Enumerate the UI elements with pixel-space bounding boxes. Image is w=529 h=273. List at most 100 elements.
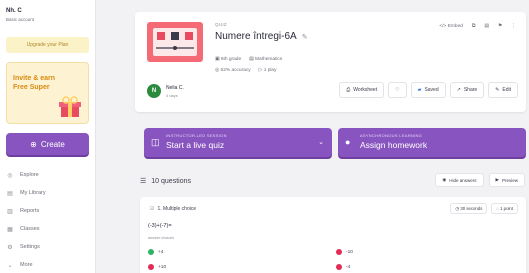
like-button[interactable]: ♡ <box>388 82 407 98</box>
plus-circle-icon: ⊕ <box>30 139 37 149</box>
more-icon: ⌄ <box>7 262 13 269</box>
quiz-meta-row-1: ▣ 6th grade ▤ Mathematics <box>215 57 282 62</box>
print-icon[interactable]: ▤ <box>484 24 489 29</box>
grade-label: 6th grade <box>220 57 242 62</box>
start-live-quiz-button[interactable]: ◫ INSTRUCTOR-LED SESSION Start a live qu… <box>144 128 332 157</box>
homework-icon: ● <box>345 137 351 147</box>
edit-label: Edit <box>502 87 511 93</box>
author-name[interactable]: Nelia C. <box>166 85 184 91</box>
answer-choice: +4 <box>148 249 163 255</box>
hide-answers-button[interactable]: ◉ Hide answers <box>435 173 484 187</box>
chevron-down-icon[interactable]: ⌄ <box>318 138 324 146</box>
question-time-chip[interactable]: ◷ 30 seconds <box>450 203 488 214</box>
author-avatar[interactable]: N <box>147 84 161 98</box>
create-button-label: Create <box>40 139 65 149</box>
create-button[interactable]: ⊕ Create <box>6 133 89 155</box>
worksheet-label: Worksheet <box>353 87 378 93</box>
edit-button[interactable]: ✎ Edit <box>488 82 518 98</box>
homework-sub: ASYNCHRONOUS LEARNING <box>360 133 423 138</box>
sidebar-item-more[interactable]: ⌄ More <box>6 256 46 273</box>
library-icon: ▤ <box>7 190 13 197</box>
gift-icon <box>59 96 81 117</box>
more-options-icon[interactable]: ⋮ <box>511 24 516 29</box>
subject-label: Mathematics <box>255 57 283 62</box>
question-time: 30 seconds <box>460 206 483 211</box>
bookmark-icon: ▰ <box>417 87 422 93</box>
question-points-chip[interactable]: ◌ 1 point <box>491 203 518 214</box>
assign-homework-button[interactable]: ● ASYNCHRONOUS LEARNING Assign homework <box>338 128 526 157</box>
worksheet-button[interactable]: ⎙ Worksheet <box>339 82 385 98</box>
grade-info: ▣ 6th grade <box>215 57 241 62</box>
quiz-thumbnail-image <box>153 28 197 56</box>
author-time: 4 days <box>166 93 178 98</box>
saved-button[interactable]: ▰ Saved <box>410 82 446 98</box>
list-icon: ☰ <box>140 178 147 185</box>
hide-answers-label: Hide answers <box>449 177 477 183</box>
invite-text: Invite & earn Free Super <box>13 75 56 91</box>
number-line-icon <box>156 32 194 50</box>
sidebar-item-library[interactable]: ▤ My Library <box>6 184 46 202</box>
question-type: ☑ 1. Multiple choice <box>150 206 196 212</box>
answer-choice-text: -4 <box>346 264 351 270</box>
accuracy-info: ◎ 62% accuracy <box>215 68 251 73</box>
sidebar-item-reports[interactable]: ▥ Reports <box>6 202 46 220</box>
wrong-dot-icon <box>336 249 342 255</box>
subject-info: ▤ Mathematics <box>249 57 282 62</box>
flag-icon[interactable]: ⚑ <box>498 24 502 29</box>
sidebar-item-label: Classes <box>20 226 40 232</box>
quiz-thumbnail <box>147 22 203 62</box>
answer-choices-label: answer choices <box>148 236 175 240</box>
plays-label: 1 play <box>263 68 277 73</box>
question-points: 1 point <box>500 206 513 211</box>
question-type-label: 1. Multiple choice <box>157 206 197 212</box>
sidebar-item-label: More <box>20 262 33 268</box>
preview-label: Preview <box>501 177 518 183</box>
worksheet-icon: ⎙ <box>346 87 351 93</box>
sidebar-item-label: My Library <box>20 190 46 196</box>
live-quiz-label: Start a live quiz <box>166 140 225 150</box>
pencil-icon[interactable]: ✎ <box>302 33 308 41</box>
questions-count: 10 questions <box>151 177 191 185</box>
question-meta: ◷ 30 seconds ◌ 1 point <box>450 203 518 214</box>
accuracy-label: 62% accuracy <box>220 68 251 73</box>
live-quiz-sub: INSTRUCTOR-LED SESSION <box>166 133 227 138</box>
share-button[interactable]: ↗ Share <box>449 82 485 98</box>
quiz-header-card: QUIZ Numere întregi-6A ✎ ▣ 6th grade ▤ M… <box>135 12 526 112</box>
wrong-dot-icon <box>336 264 342 270</box>
answer-choice: -4 <box>336 264 350 270</box>
saved-label: Saved <box>424 87 439 93</box>
user-name[interactable]: Nh. C <box>6 8 22 14</box>
live-quiz-icon: ◫ <box>151 137 160 147</box>
sidebar: Nh. C Basic account Upgrade your Plan In… <box>0 0 96 273</box>
sidebar-item-settings[interactable]: ⚙ Settings <box>6 238 46 256</box>
question-card[interactable]: ☑ 1. Multiple choice ◷ 30 seconds ◌ 1 po… <box>140 197 526 273</box>
sidebar-item-explore[interactable]: ◎ Explore <box>6 166 46 184</box>
explore-icon: ◎ <box>7 172 13 179</box>
quiz-title-text: Numere întregi-6A <box>215 31 297 42</box>
embed-label: Embed <box>447 23 463 29</box>
copy-icon[interactable]: ⧉ <box>472 23 475 29</box>
wrong-dot-icon <box>148 264 154 270</box>
quiz-meta-row-2: ◎ 62% accuracy ▷ 1 play <box>215 68 277 73</box>
homework-label: Assign homework <box>360 140 428 150</box>
reports-icon: ▥ <box>7 208 13 215</box>
share-label: Share <box>463 87 478 93</box>
sidebar-nav: ◎ Explore ▤ My Library ▥ Reports ▦ Class… <box>6 166 46 273</box>
questions-actions: ◉ Hide answers ▶ Preview <box>435 173 525 187</box>
plays-info: ▷ 1 play <box>259 68 277 73</box>
invite-card[interactable]: Invite & earn Free Super <box>6 62 89 124</box>
embed-icon: </> <box>439 23 448 29</box>
share-icon: ↗ <box>456 87 461 93</box>
play-icon: ▶ <box>495 177 499 182</box>
checkbox-list-icon: ☑ <box>150 206 155 212</box>
sidebar-item-label: Reports <box>20 208 40 214</box>
upgrade-button[interactable]: Upgrade your Plan <box>6 37 89 53</box>
answer-choice-text: +4 <box>158 249 164 255</box>
sidebar-item-label: Explore <box>20 172 39 178</box>
answer-choice: -10 <box>336 249 353 255</box>
answer-choice-text: +10 <box>158 264 167 270</box>
embed-button[interactable]: </> Embed <box>439 24 462 29</box>
preview-button[interactable]: ▶ Preview <box>488 173 525 187</box>
sidebar-item-classes[interactable]: ▦ Classes <box>6 220 46 238</box>
header-top-actions: </> Embed ⧉ ▤ ⚑ ⋮ <box>439 23 516 30</box>
